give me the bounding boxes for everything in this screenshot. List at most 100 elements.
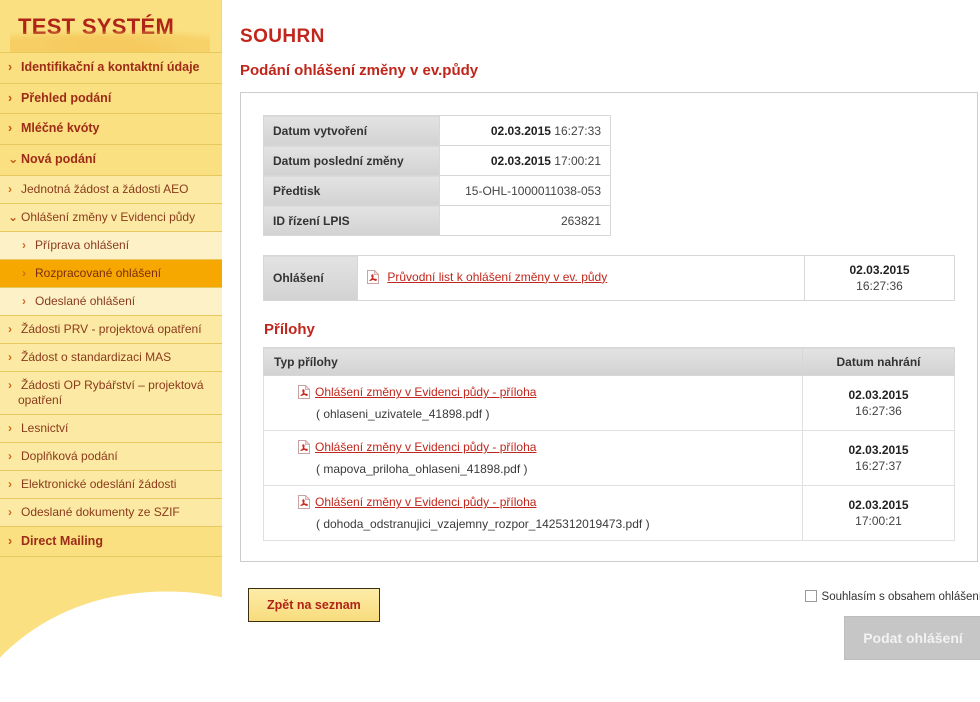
declaration-pdf-link[interactable]: Průvodní list k ohlášení změny v ev. půd…: [387, 270, 607, 284]
brand-title: TEST SYSTÉM: [18, 14, 175, 39]
summary-value-rest: 15-OHL-1000011038-053: [465, 183, 601, 198]
sidebar-item-label: Příprava ohlášení: [35, 237, 130, 252]
sidebar-item-7[interactable]: › Rozpracované ohlášení: [0, 258, 222, 287]
chevron-down-icon: ⌄: [8, 209, 19, 224]
chevron-right-icon: ›: [22, 293, 26, 308]
sidebar-item-label: Nová podání: [21, 151, 97, 166]
attachment-date-cell: 02.03.2015 16:27:36: [802, 375, 955, 432]
summary-label: Předtisk: [263, 175, 440, 206]
summary-value: 02.03.2015 16:27:33: [439, 115, 611, 146]
agree-checkbox-wrap[interactable]: Souhlasím s obsahem ohlášení: [804, 590, 980, 604]
declaration-time: 16:27:36: [856, 279, 903, 294]
sidebar-item-label: Direct Mailing: [21, 533, 103, 548]
attachments-col-type: Typ přílohy: [263, 347, 803, 377]
pdf-icon: [298, 494, 311, 512]
attachment-time: 16:27:36: [855, 404, 902, 419]
attachment-file-name: ( dohoda_odstranujici_vzajemny_rozpor_14…: [316, 517, 650, 532]
sidebar-item-8[interactable]: › Odeslané ohlášení: [0, 286, 222, 315]
sidebar-item-label: Žádost o standardizaci MAS: [21, 349, 172, 364]
declaration-date-cell: 02.03.2015 16:27:36: [804, 254, 955, 302]
sidebar-nav: › Identifikační a kontaktní údaje › Přehled…: [0, 52, 222, 557]
summary-label: ID řízení LPIS: [263, 205, 440, 236]
sidebar-item-label: Elektronické odeslání žádosti: [21, 476, 177, 491]
chevron-right-icon: ›: [8, 121, 13, 136]
summary-value-date: 02.03.2015: [490, 153, 551, 168]
attachment-pdf-link[interactable]: Ohlášení změny v Evidenci půdy - příloha: [315, 385, 536, 399]
attachment-file-name: ( ohlaseni_uzivatele_41898.pdf ): [316, 407, 490, 422]
sidebar-item-15[interactable]: › Odeslané dokumenty ze SZIF: [0, 497, 222, 526]
declaration-link-cell: Průvodní list k ohlášení změny v ev. půd…: [357, 254, 805, 302]
declaration-table: Ohlášení Průvodní list k ohlášení změny …: [263, 254, 955, 302]
submit-declaration-button[interactable]: Podat ohlášení: [844, 616, 980, 661]
page-root: TEST SYSTÉM › Identifikační a kontaktní ú…: [0, 0, 980, 702]
sidebar-item-12[interactable]: › Lesnictví: [0, 413, 222, 442]
attachment-pdf-link[interactable]: Ohlášení změny v Evidenci půdy - příloha: [315, 495, 536, 509]
chevron-right-icon: ›: [8, 533, 13, 548]
chevron-down-icon: ⌄: [8, 151, 19, 166]
back-to-list-button[interactable]: Zpět na seznam: [248, 588, 380, 623]
summary-value-rest: 263821: [560, 213, 601, 228]
sidebar-item-label: Odeslané dokumenty ze SZIF: [21, 504, 180, 519]
attachments-table: Typ přílohy Datum nahrání Ohlášení změny…: [263, 347, 955, 542]
summary-value-rest: 16:27:33: [554, 123, 601, 138]
sidebar-item-label: Žádosti PRV - projektová opatření: [21, 321, 202, 336]
sidebar-item-11[interactable]: › Žádosti OP Rybářství – projektová opatř…: [0, 370, 222, 414]
attachments-header-row: Typ přílohy Datum nahrání: [263, 347, 955, 377]
sidebar-item-label: Identifikační a kontaktní údaje: [21, 60, 200, 74]
sidebar-nav-tail: [0, 556, 222, 569]
attachments-section-title: Přílohy: [264, 321, 315, 339]
chevron-right-icon: ›: [22, 265, 26, 280]
summary-panel: Datum vytvoření 02.03.2015 16:27:33 Datum …: [240, 92, 978, 563]
summary-value: 263821: [439, 205, 611, 236]
attachment-date: 02.03.2015: [848, 387, 909, 402]
sidebar-item-9[interactable]: › Žádosti PRV - projektová opatření: [0, 314, 222, 343]
sidebar-item-1[interactable]: › Přehled podání: [0, 82, 222, 114]
attachment-type-cell: Ohlášení změny v Evidenci půdy - příloha…: [263, 430, 803, 487]
summary-row: ID řízení LPIS 263821: [263, 205, 611, 236]
agree-checkbox[interactable]: [804, 590, 817, 603]
attachment-pdf-link[interactable]: Ohlášení změny v Evidenci půdy - příloha: [315, 440, 536, 454]
summary-label: Datum vytvoření: [263, 115, 440, 146]
table-row: Ohlášení změny v Evidenci půdy - příloha…: [263, 375, 955, 432]
sidebar-item-label: Jednotná žádost a žádosti AEO: [21, 181, 189, 196]
attachment-time: 17:00:21: [855, 514, 902, 529]
summary-table: Datum vytvoření 02.03.2015 16:27:33 Datum …: [263, 115, 611, 236]
summary-row: Datum poslední změny 02.03.2015 17:00:21: [263, 145, 611, 176]
summary-value-rest: 17:00:21: [554, 153, 601, 168]
summary-label: Datum poslední změny: [263, 145, 440, 176]
sidebar-item-4[interactable]: › Jednotná žádost a žádosti AEO: [0, 174, 222, 203]
chevron-right-icon: ›: [8, 181, 12, 196]
chevron-right-icon: ›: [8, 448, 12, 463]
attachment-date-cell: 02.03.2015 16:27:37: [802, 430, 955, 487]
declaration-label: Ohlášení: [263, 254, 358, 302]
attachment-type-cell: Ohlášení změny v Evidenci půdy - příloha…: [263, 375, 803, 432]
brand: TEST SYSTÉM: [0, 0, 222, 66]
attachment-file-name: ( mapova_priloha_ohlaseni_41898.pdf ): [316, 462, 528, 477]
attachment-date: 02.03.2015: [848, 442, 909, 457]
chevron-right-icon: ›: [22, 237, 26, 252]
sidebar-item-10[interactable]: › Žádost o standardizaci MAS: [0, 342, 222, 371]
summary-value-date: 02.03.2015: [490, 123, 551, 138]
declaration-row: Ohlášení Průvodní list k ohlášení změny …: [263, 254, 955, 302]
summary-value: 02.03.2015 17:00:21: [439, 145, 611, 176]
sidebar-item-label: Odeslané ohlášení: [35, 293, 136, 308]
sidebar-item-3[interactable]: ⌄ Nová podání: [0, 143, 222, 175]
sidebar-item-13[interactable]: › Doplňková podání: [0, 441, 222, 470]
sidebar-item-5[interactable]: ⌄ Ohlášení změny v Evidenci půdy: [0, 202, 222, 231]
summary-row: Předtisk 15-OHL-1000011038-053: [263, 175, 611, 206]
sidebar-item-6[interactable]: › Příprava ohlášení: [0, 230, 222, 259]
attachment-time: 16:27:37: [855, 459, 902, 474]
chevron-right-icon: ›: [8, 504, 12, 519]
sidebar-item-14[interactable]: › Elektronické odeslání žádosti: [0, 469, 222, 498]
agree-checkbox-label: Souhlasím s obsahem ohlášení: [821, 591, 980, 604]
chevron-right-icon: ›: [8, 420, 12, 435]
attachment-type-cell: Ohlášení změny v Evidenci půdy - příloha…: [263, 485, 803, 542]
sidebar-item-16[interactable]: › Direct Mailing: [0, 525, 222, 557]
sidebar-item-2[interactable]: › Mléčné kvóty: [0, 113, 222, 144]
sidebar-item-0[interactable]: › Identifikační a kontaktní údaje: [0, 52, 222, 83]
chevron-right-icon: ›: [8, 60, 13, 74]
chevron-right-icon: ›: [8, 349, 12, 364]
chevron-right-icon: ›: [8, 321, 12, 336]
pdf-icon: [298, 384, 311, 402]
summary-row: Datum vytvoření 02.03.2015 16:27:33: [263, 115, 611, 146]
